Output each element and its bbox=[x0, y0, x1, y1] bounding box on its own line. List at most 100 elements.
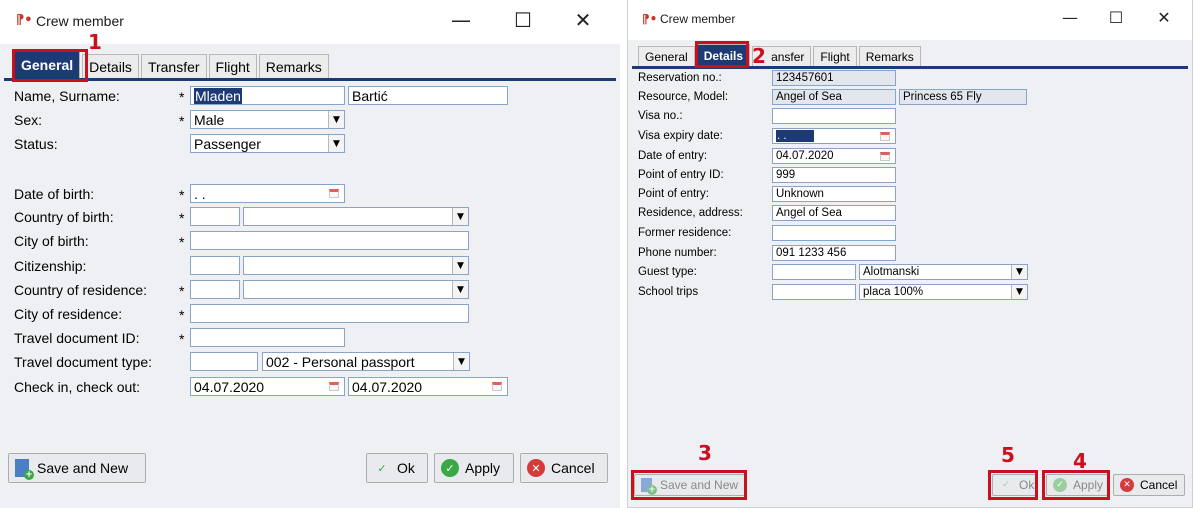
step-marker-1: 1 bbox=[88, 30, 102, 54]
tab-remarks[interactable]: Remarks bbox=[258, 54, 329, 78]
entry-date-input[interactable]: 04.07.2020 bbox=[772, 148, 896, 164]
tab-remarks[interactable]: Remarks bbox=[858, 46, 921, 66]
model-field: Princess 65 Fly bbox=[899, 89, 1027, 105]
save-and-new-button[interactable]: + Save and New bbox=[634, 474, 746, 496]
check-out-input[interactable]: 04.07.2020 bbox=[348, 377, 508, 396]
visa-expiry-input[interactable]: . . bbox=[772, 128, 896, 144]
required-mark: * bbox=[179, 307, 185, 323]
entry-point-input[interactable]: Unknown bbox=[772, 186, 896, 202]
tab-transfer[interactable]: Transfer bbox=[140, 54, 207, 78]
travel-doc-type-code-input[interactable] bbox=[190, 352, 258, 371]
maximize-icon[interactable]: ☐ bbox=[500, 8, 546, 32]
chevron-down-icon[interactable]: ▼ bbox=[453, 353, 469, 370]
city-birth-input[interactable] bbox=[190, 231, 469, 250]
phone-input[interactable]: 091 1233 456 bbox=[772, 245, 896, 261]
citizenship-label: Citizenship: bbox=[14, 258, 87, 274]
chevron-down-icon[interactable]: ▼ bbox=[328, 135, 344, 152]
first-name-input[interactable]: Mladen bbox=[190, 86, 345, 105]
close-icon[interactable]: ✕ bbox=[1144, 8, 1184, 27]
apply-button[interactable]: ✓ Apply bbox=[434, 453, 514, 483]
tab-details[interactable]: Details bbox=[696, 44, 751, 66]
residence-input[interactable]: Angel of Sea bbox=[772, 205, 896, 221]
title-bar: ⁋• Crew member — ☐ ✕ bbox=[628, 0, 1192, 40]
dob-input[interactable]: . . bbox=[190, 184, 345, 203]
required-mark: * bbox=[179, 187, 185, 203]
school-trips-code-input[interactable] bbox=[772, 284, 856, 300]
travel-doc-id-label: Travel document ID: bbox=[14, 330, 140, 346]
surname-input[interactable]: Bartić bbox=[348, 86, 508, 105]
minimize-icon[interactable]: — bbox=[1050, 8, 1090, 27]
step-marker-5: 5 bbox=[1001, 443, 1015, 467]
cancel-button[interactable]: ✕ Cancel bbox=[520, 453, 608, 483]
cancel-x-icon: ✕ bbox=[527, 459, 545, 477]
dob-label: Date of birth: bbox=[14, 186, 95, 202]
chevron-down-icon[interactable]: ▼ bbox=[1011, 265, 1027, 279]
save-and-new-button[interactable]: + Save and New bbox=[8, 453, 146, 483]
dialog-client-area: General Details ansfer Flight Remarks Re… bbox=[628, 40, 1192, 507]
calendar-icon[interactable] bbox=[876, 130, 894, 142]
maximize-icon[interactable]: ☐ bbox=[1096, 8, 1136, 27]
calendar-icon[interactable] bbox=[325, 379, 343, 394]
minimize-icon[interactable]: — bbox=[438, 8, 484, 32]
status-select[interactable]: Passenger ▼ bbox=[190, 134, 345, 153]
entry-id-input[interactable]: 999 bbox=[772, 167, 896, 183]
calendar-icon[interactable] bbox=[488, 379, 506, 394]
app-icon: ⁋• bbox=[16, 13, 33, 28]
required-mark: * bbox=[179, 210, 185, 226]
app-icon: ⁋• bbox=[642, 12, 658, 26]
travel-doc-type-select[interactable]: 002 - Personal passport ▼ bbox=[262, 352, 470, 371]
travel-doc-type-label: Travel document type: bbox=[14, 354, 152, 370]
apply-button[interactable]: ✓ Apply bbox=[1046, 474, 1108, 496]
crew-member-window-general: ⁋• Crew member — ☐ ✕ General Details Tra… bbox=[0, 0, 620, 508]
apply-check-icon: ✓ bbox=[441, 459, 459, 477]
citizenship-code-input[interactable] bbox=[190, 256, 240, 275]
guest-type-label: Guest type: bbox=[638, 266, 697, 278]
tab-details[interactable]: Details bbox=[82, 54, 139, 78]
step-marker-3: 3 bbox=[698, 441, 712, 465]
school-trips-select[interactable]: placa 100% ▼ bbox=[859, 284, 1028, 300]
country-residence-select[interactable]: ▼ bbox=[243, 280, 469, 299]
citizenship-select[interactable]: ▼ bbox=[243, 256, 469, 275]
chevron-down-icon[interactable]: ▼ bbox=[452, 257, 468, 274]
tab-bar: General Details ansfer Flight Remarks bbox=[638, 44, 923, 66]
ok-button[interactable]: ✓ Ok bbox=[366, 453, 428, 483]
visa-no-label: Visa no.: bbox=[638, 110, 683, 122]
guest-type-select[interactable]: Alotmanski ▼ bbox=[859, 264, 1028, 280]
required-mark: * bbox=[179, 283, 185, 299]
chevron-down-icon[interactable]: ▼ bbox=[328, 111, 344, 128]
check-in-input[interactable]: 04.07.2020 bbox=[190, 377, 345, 396]
cancel-button[interactable]: ✕ Cancel bbox=[1113, 474, 1185, 496]
calendar-icon[interactable] bbox=[325, 186, 343, 201]
country-birth-code-input[interactable] bbox=[190, 207, 240, 226]
former-residence-input[interactable] bbox=[772, 225, 896, 241]
checkmark-icon: ✓ bbox=[1002, 480, 1010, 490]
residence-label: Residence, address: bbox=[638, 207, 743, 219]
tab-underline bbox=[4, 78, 616, 81]
close-icon[interactable]: ✕ bbox=[560, 8, 606, 32]
apply-check-icon: ✓ bbox=[1053, 478, 1067, 492]
document-add-icon: + bbox=[641, 478, 657, 495]
city-residence-input[interactable] bbox=[190, 304, 469, 323]
country-birth-select[interactable]: ▼ bbox=[243, 207, 469, 226]
chevron-down-icon[interactable]: ▼ bbox=[452, 208, 468, 225]
step-marker-2: 2 bbox=[752, 44, 766, 68]
tab-general[interactable]: General bbox=[638, 46, 695, 66]
window-gap bbox=[620, 0, 627, 508]
chevron-down-icon[interactable]: ▼ bbox=[452, 281, 468, 298]
tab-flight[interactable]: Flight bbox=[208, 54, 257, 78]
chevron-down-icon[interactable]: ▼ bbox=[1011, 285, 1027, 299]
sex-select[interactable]: Male ▼ bbox=[190, 110, 345, 129]
guest-type-code-input[interactable] bbox=[772, 264, 856, 280]
ok-button[interactable]: ✓ Ok bbox=[992, 474, 1036, 496]
visa-no-input[interactable] bbox=[772, 108, 896, 124]
travel-doc-id-input[interactable] bbox=[190, 328, 345, 347]
city-birth-label: City of birth: bbox=[14, 233, 89, 249]
resource-field: Angel of Sea bbox=[772, 89, 896, 105]
entry-point-label: Point of entry: bbox=[638, 188, 709, 200]
required-mark: * bbox=[179, 113, 185, 129]
tab-general[interactable]: General bbox=[14, 50, 81, 78]
country-residence-code-input[interactable] bbox=[190, 280, 240, 299]
tab-flight[interactable]: Flight bbox=[813, 46, 857, 66]
checkmark-icon: ✓ bbox=[377, 461, 387, 475]
calendar-icon[interactable] bbox=[876, 150, 894, 162]
